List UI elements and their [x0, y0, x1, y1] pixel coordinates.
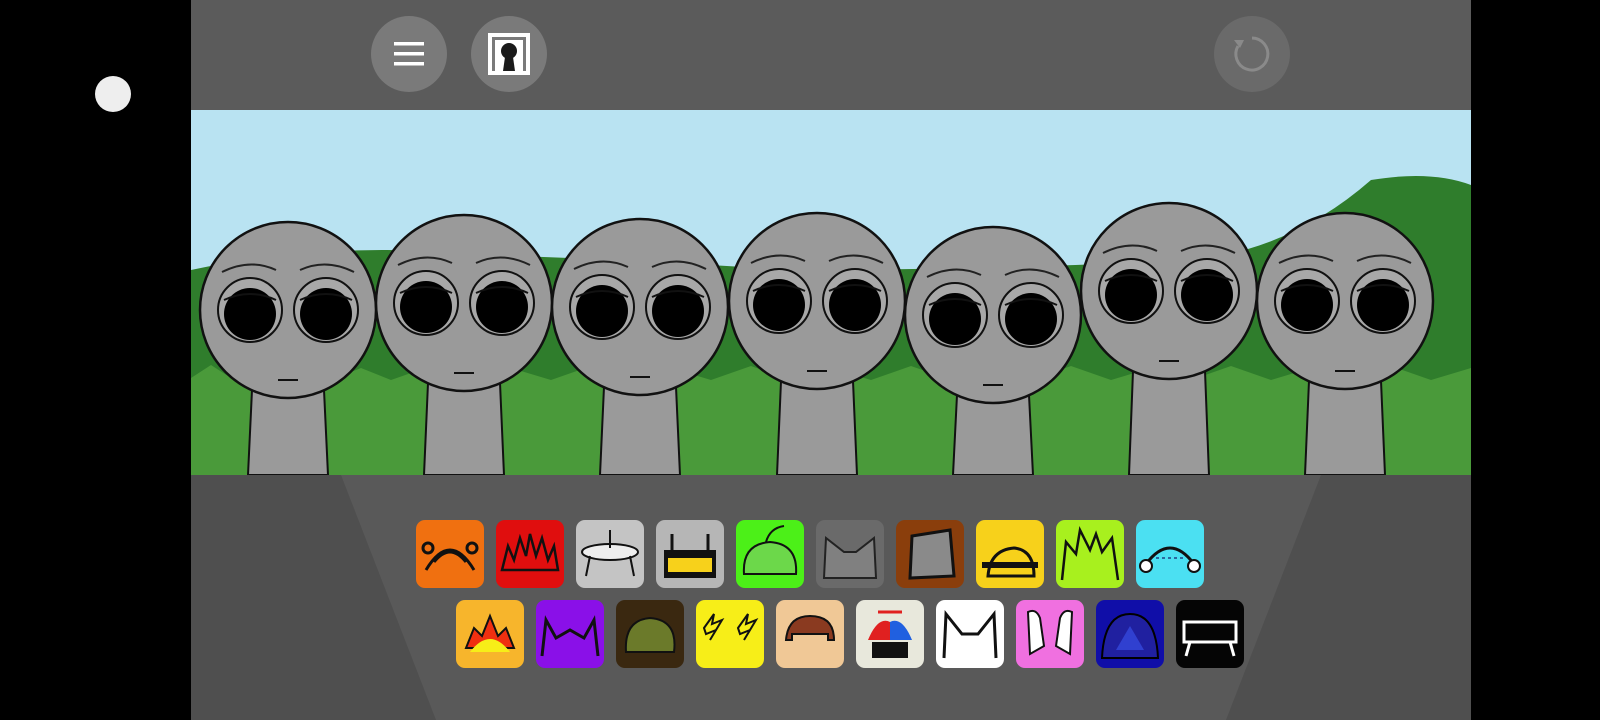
avatar-button[interactable] — [471, 16, 547, 92]
sunrise-sound-icon[interactable] — [456, 600, 524, 668]
dark-cat-ears-sound-icon[interactable] — [816, 520, 884, 588]
reset-button[interactable] — [1214, 16, 1290, 92]
stage-scene — [191, 110, 1471, 475]
lime-spiky-hair-sound-icon[interactable] — [1056, 520, 1124, 588]
navy-dome-sound-icon[interactable] — [1096, 600, 1164, 668]
propeller-cap-sound-icon[interactable] — [856, 600, 924, 668]
pink-bunny-ears-sound-icon[interactable] — [1016, 600, 1084, 668]
brown-hair-sound-icon[interactable] — [776, 600, 844, 668]
green-leaf-sound-icon[interactable] — [736, 520, 804, 588]
orange-antenna-sound-icon[interactable] — [416, 520, 484, 588]
grey-headphones-sound-icon[interactable] — [656, 520, 724, 588]
black-bench-sound-icon[interactable] — [1176, 600, 1244, 668]
brown-bucket-sound-icon[interactable] — [896, 520, 964, 588]
purple-horns-sound-icon[interactable] — [536, 600, 604, 668]
silver-ufo-sound-icon[interactable] — [576, 520, 644, 588]
tray-background — [191, 475, 1471, 720]
yellow-lightning-sound-icon[interactable] — [696, 600, 764, 668]
game-area — [191, 0, 1471, 720]
sound-row-1 — [416, 520, 1204, 588]
cyan-headphones-sound-icon[interactable] — [1136, 520, 1204, 588]
sound-row-2 — [456, 600, 1244, 668]
olive-mound-sound-icon[interactable] — [616, 600, 684, 668]
menu-button[interactable] — [371, 16, 447, 92]
white-cat-ears-sound-icon[interactable] — [936, 600, 1004, 668]
yellow-bed-sound-icon[interactable] — [976, 520, 1044, 588]
sound-tray — [191, 475, 1471, 720]
portrait-icon — [488, 33, 530, 75]
stage — [191, 110, 1471, 475]
red-spiky-sound-icon[interactable] — [496, 520, 564, 588]
refresh-icon — [1234, 36, 1270, 72]
screen-edge-dot — [95, 76, 131, 112]
top-bar — [191, 0, 1471, 110]
hamburger-menu-icon — [394, 42, 424, 66]
